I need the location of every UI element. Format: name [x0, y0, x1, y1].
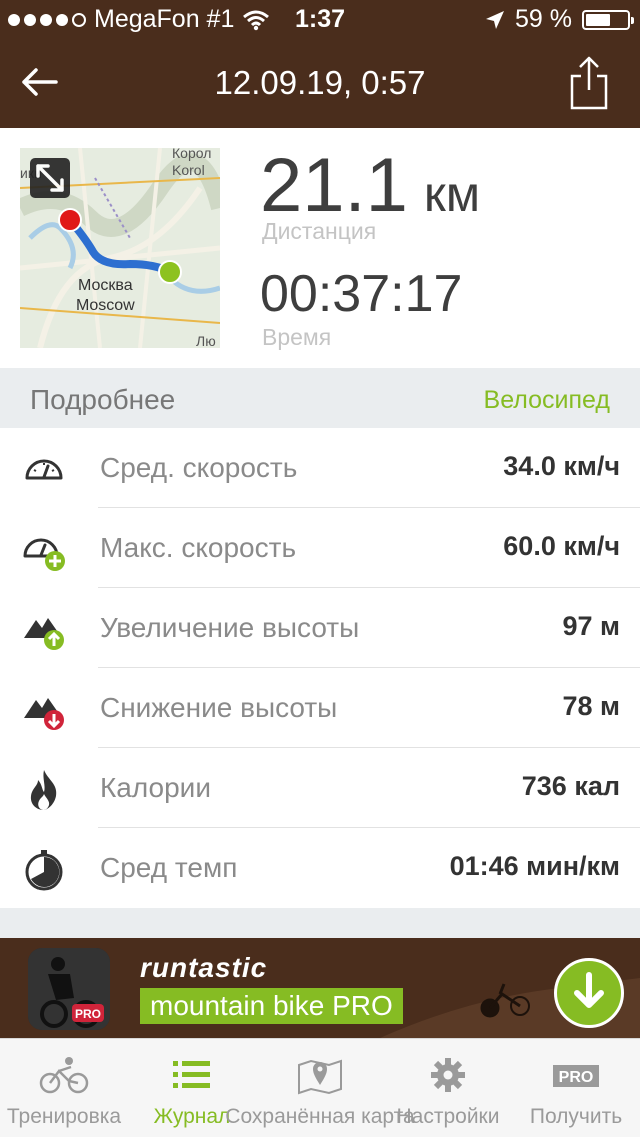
- status-right: 59 %: [485, 5, 634, 34]
- map-city-label: Moscow: [76, 297, 135, 314]
- gear-icon: [431, 1058, 465, 1092]
- list-icon: [173, 1061, 210, 1088]
- speedometer-icon: [25, 459, 63, 480]
- route-end-marker: [158, 260, 182, 284]
- stopwatch-icon: [25, 850, 63, 891]
- pro-badge: PRO: [75, 1007, 101, 1021]
- map-label: Корол: [172, 148, 211, 161]
- stat-value: 34.0 км/ч: [503, 451, 620, 481]
- page-title: 12.09.19, 0:57: [214, 64, 426, 101]
- map-label: Лю: [196, 333, 216, 348]
- distance-value: 21.1: [260, 143, 408, 228]
- app-icon[interactable]: PRO: [28, 948, 110, 1030]
- distance-readout: 21.1 км: [260, 142, 480, 229]
- route-start-marker: [58, 208, 82, 232]
- tab-label: Получить: [529, 1105, 623, 1128]
- stat-value: 78 м: [562, 691, 620, 721]
- stat-label: Сред темп: [100, 852, 238, 883]
- bike-icon: [39, 1057, 89, 1094]
- stat-label: Снижение высоты: [100, 692, 338, 723]
- brand-name: runtastic: [140, 952, 268, 983]
- flame-icon: [30, 770, 57, 810]
- route-map-thumbnail[interactable]: Корол Korol ики Москва Moscow Лю: [20, 148, 220, 348]
- battery-icon: [582, 9, 634, 30]
- download-icon[interactable]: [554, 958, 624, 1028]
- expand-map-icon[interactable]: [30, 158, 70, 198]
- share-icon[interactable]: [566, 54, 612, 112]
- pro-icon: PRO: [553, 1065, 599, 1087]
- status-bar: MegaFon #1 1:37 59 %: [0, 0, 640, 40]
- stat-row-elevation-gain: Увеличение высоты 97 м: [0, 588, 640, 668]
- sport-type[interactable]: Велосипед: [484, 386, 610, 415]
- stat-label: Сред. скорость: [100, 452, 298, 483]
- stat-row-elevation-loss: Снижение высоты 78 м: [0, 668, 640, 748]
- map-pin-icon: [298, 1059, 342, 1095]
- stat-row-max-speed: Макс. скорость 60.0 км/ч: [0, 508, 640, 588]
- map-city-label: Москва: [78, 277, 133, 294]
- nav-bar: 12.09.19, 0:57: [0, 40, 640, 128]
- stat-label: Увеличение высоты: [100, 612, 360, 643]
- stat-row-calories: Калории 736 кал: [0, 748, 640, 828]
- location-arrow-icon: [486, 10, 505, 29]
- stat-label: Калории: [100, 772, 211, 803]
- stat-value: 736 кал: [521, 771, 620, 801]
- details-title: Подробнее: [30, 384, 176, 415]
- map-label: Korol: [172, 162, 205, 178]
- stats-list: Сред. скорость 34.0 км/ч Макс. скорость …: [0, 428, 640, 908]
- stat-value: 01:46 мин/км: [449, 851, 620, 881]
- distance-unit: км: [423, 166, 481, 222]
- stat-label: Макс. скорость: [100, 532, 297, 563]
- details-header: Подробнее Велосипед: [0, 368, 640, 428]
- duration-value: 00:37:17: [260, 265, 463, 323]
- distance-label: Дистанция: [262, 218, 377, 244]
- battery-percent: 59 %: [515, 5, 572, 33]
- elevation-loss-icon: [24, 698, 64, 730]
- duration-label: Время: [262, 324, 332, 350]
- pro-badge-text: PRO: [559, 1069, 594, 1086]
- product-name: mountain bike PRO: [140, 988, 403, 1024]
- section-spacer: [0, 908, 640, 938]
- elevation-gain-icon: [24, 618, 64, 650]
- stat-row-avg-speed: Сред. скорость 34.0 км/ч: [0, 428, 640, 508]
- stat-value: 97 м: [562, 611, 620, 641]
- stat-value: 60.0 км/ч: [503, 531, 620, 561]
- tab-bar: Тренировка Журнал Сохранённая карта Наст…: [0, 1038, 640, 1137]
- workout-summary: Корол Korol ики Москва Moscow Лю 21.1 км …: [0, 128, 640, 368]
- stat-row-avg-pace: Сред темп 01:46 мин/км: [0, 828, 640, 908]
- promo-banner[interactable]: PRO runtastic mountain bike PRO: [0, 938, 640, 1038]
- tab-get-pro[interactable]: PRO Получить: [512, 1039, 640, 1137]
- max-speed-icon: [23, 538, 65, 571]
